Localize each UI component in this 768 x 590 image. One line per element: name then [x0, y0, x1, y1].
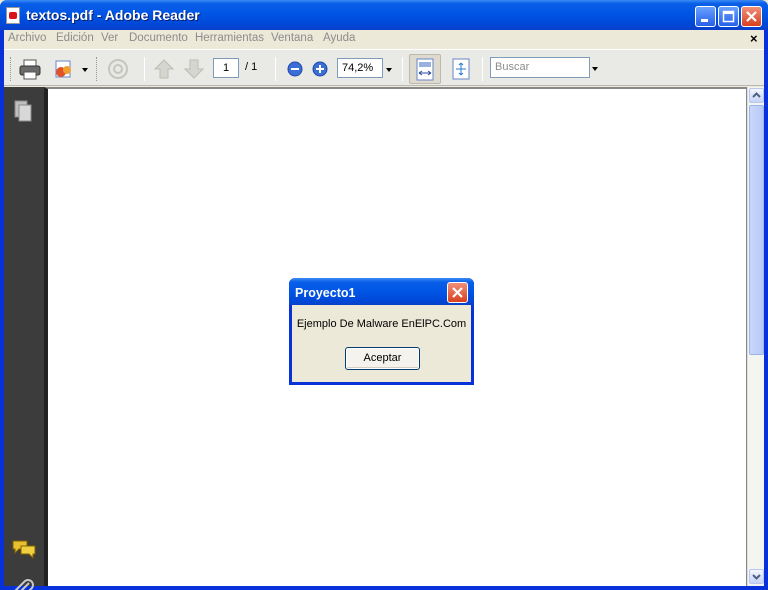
fit-page-icon[interactable] — [447, 55, 475, 83]
scroll-thumb[interactable] — [749, 105, 764, 355]
dialog-close-button[interactable] — [447, 282, 468, 303]
window-title: textos.pdf - Adobe Reader — [26, 7, 200, 23]
toolbar-separator — [144, 57, 145, 81]
page-total-label: / 1 — [245, 61, 258, 73]
dialog-title-bar[interactable]: Proyecto1 — [289, 278, 474, 305]
menu-ver[interactable]: Ver — [101, 32, 118, 44]
minimize-button[interactable] — [695, 6, 716, 27]
search-input[interactable]: Buscar — [490, 57, 590, 78]
page-number-input[interactable]: 1 — [213, 58, 239, 78]
close-button[interactable] — [741, 6, 762, 27]
title-bar[interactable]: textos.pdf - Adobe Reader — [0, 0, 768, 30]
share-icon[interactable] — [50, 55, 78, 83]
share-dropdown-icon[interactable] — [82, 68, 88, 72]
attachments-icon[interactable] — [11, 577, 37, 590]
menu-ayuda[interactable]: Ayuda — [323, 32, 355, 44]
comments-icon[interactable] — [11, 537, 37, 564]
menu-edicion[interactable]: Edición — [56, 32, 94, 44]
menu-bar: Archivo Edición Ver Documento Herramient… — [4, 30, 764, 48]
zoom-level-input[interactable]: 74,2% — [337, 58, 383, 78]
toolbar-grip[interactable] — [10, 57, 13, 81]
next-page-icon[interactable] — [180, 55, 208, 83]
toolbar: 1 / 1 74,2% Buscar — [4, 49, 764, 86]
previous-page-icon[interactable] — [150, 55, 178, 83]
toolbar-separator — [402, 57, 403, 81]
toolbar-separator — [275, 57, 276, 81]
zoom-in-icon[interactable] — [306, 55, 334, 83]
scroll-up-button[interactable] — [749, 88, 764, 103]
pdf-file-icon — [6, 7, 20, 24]
toolbar-grip — [96, 57, 99, 81]
fit-width-button[interactable] — [409, 54, 441, 84]
dialog-body: Ejemplo De Malware EnElPC.Com Aceptar — [292, 305, 471, 382]
dialog-message: Ejemplo De Malware EnElPC.Com — [296, 318, 467, 330]
zoom-out-icon[interactable] — [281, 55, 309, 83]
pages-icon[interactable] — [11, 99, 35, 128]
print-icon[interactable] — [16, 55, 44, 83]
close-document-button[interactable]: × — [750, 31, 758, 46]
menu-herramientas[interactable]: Herramientas — [195, 32, 264, 44]
vertical-scrollbar[interactable] — [747, 87, 764, 586]
maximize-button[interactable] — [718, 6, 739, 27]
hand-tool-icon[interactable] — [104, 55, 132, 83]
scroll-down-button[interactable] — [749, 569, 764, 584]
navigation-panel — [4, 87, 44, 590]
menu-documento[interactable]: Documento — [129, 32, 188, 44]
menu-archivo[interactable]: Archivo — [8, 32, 46, 44]
search-dropdown-icon[interactable] — [592, 67, 598, 71]
menu-ventana[interactable]: Ventana — [271, 32, 313, 44]
accept-button[interactable]: Aceptar — [345, 347, 420, 370]
toolbar-separator — [482, 57, 483, 81]
dialog-title: Proyecto1 — [295, 286, 356, 300]
zoom-dropdown-icon[interactable] — [386, 68, 392, 72]
message-dialog: Proyecto1 Ejemplo De Malware EnElPC.Com … — [289, 278, 474, 385]
